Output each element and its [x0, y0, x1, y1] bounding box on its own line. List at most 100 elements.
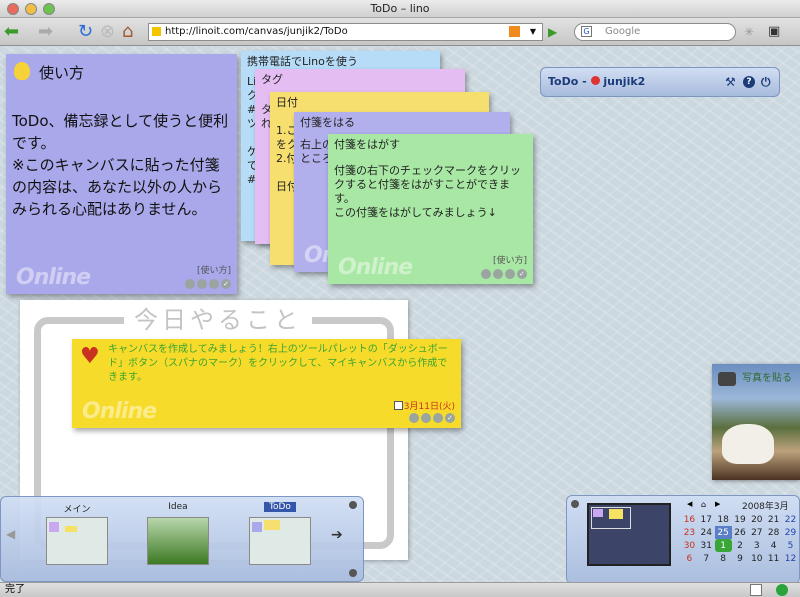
tray-next-arrow-icon[interactable]: ➔ [331, 527, 343, 543]
calendar-day[interactable]: 7 [698, 552, 715, 565]
canvas-thumb-todo[interactable] [249, 517, 311, 565]
whiteboard-title: 今日やること [124, 300, 312, 335]
go-icon[interactable]: ▶ [548, 22, 557, 42]
window-title: ToDo – lino [370, 2, 430, 15]
stop-icon[interactable]: ⊗ [100, 22, 115, 42]
tray-prev-arrow-icon[interactable]: ◀ [6, 527, 15, 541]
calendar-day[interactable]: 24 [698, 526, 715, 539]
calendar-grid: 16 17 18 19 20 21 22 23 24 25 26 27 28 29 30 31 1 2 3 4 5 6 7 8… [681, 513, 799, 565]
calendar-day[interactable]: 12 [782, 552, 799, 565]
home-icon[interactable]: ⌂ [122, 22, 133, 42]
calendar-day[interactable]: 31 [698, 539, 715, 552]
note-body: ToDo、備忘録として使うと便利です。 ※このキャンバスに貼った付箋の内容は、あ… [12, 112, 229, 218]
note-actions: ✓ [409, 413, 455, 423]
calendar-day[interactable]: 16 [681, 513, 698, 526]
note-body: 付箋の右下のチェックマークをクリックすると付箋をはがすことができます。 この付箋… [334, 164, 521, 219]
calendar-day[interactable]: 30 [681, 539, 698, 552]
navigator-panel: ◀ ⌂ ▶ 2008年3月 16 17 18 19 20 21 22 23 24 25 26 27 28… [566, 495, 800, 582]
calendar-week: 30 31 1 2 3 4 5 [681, 539, 799, 552]
sticky-note-howto[interactable]: 使い方 ToDo、備忘録として使うと便利です。 ※このキャンバスに貼った付箋の内… [6, 54, 237, 294]
calendar-day[interactable]: 1 [714, 539, 732, 552]
edit-icon[interactable] [185, 279, 195, 289]
sticky-note-create-canvas[interactable]: ♥ キャンバスを作成してみましょう！右上のツールパレットの「ダッシュボード」ボタ… [72, 339, 461, 428]
calendar-day[interactable]: 25 [714, 526, 732, 539]
calendar-day[interactable]: 20 [748, 513, 765, 526]
forward-arrow-icon[interactable]: ➡ [38, 22, 53, 42]
edit-status-icon [750, 584, 762, 596]
status-text: 完了 [5, 584, 25, 595]
sticky-note-peel[interactable]: 付箋をはがす 付箋の右下のチェックマークをクリックすると付箋をはがすことができま… [328, 134, 533, 284]
site-favicon-icon [152, 27, 161, 36]
secure-check-icon [776, 584, 788, 596]
calendar-day[interactable]: 21 [765, 513, 782, 526]
note-body: キャンバスを作成してみましょう！右上のツールパレットの「ダッシュボード」ボタン（… [108, 344, 448, 383]
calendar-day[interactable]: 6 [681, 552, 698, 565]
note-actions: ✓ [481, 269, 527, 279]
cal-next-icon[interactable]: ▶ [715, 500, 720, 508]
panel-close-icon[interactable] [571, 500, 579, 508]
copy-icon[interactable] [197, 279, 207, 289]
info-icon[interactable] [209, 279, 219, 289]
check-icon[interactable]: ✓ [517, 269, 527, 279]
edit-icon[interactable] [409, 413, 419, 423]
calendar-day[interactable]: 11 [765, 552, 782, 565]
calendar-month: 2008年3月 [742, 502, 789, 512]
tray-close-icon[interactable] [349, 501, 357, 509]
zoom-window-button[interactable] [43, 3, 55, 15]
info-icon[interactable] [505, 269, 515, 279]
tray-settings-icon[interactable] [349, 569, 357, 577]
rss-icon[interactable] [509, 26, 520, 37]
cal-home-icon[interactable]: ⌂ [701, 500, 706, 509]
check-icon[interactable]: ✓ [445, 413, 455, 423]
copy-icon[interactable] [421, 413, 431, 423]
calendar-week: 16 17 18 19 20 21 22 [681, 513, 799, 526]
calendar-day[interactable]: 17 [698, 513, 715, 526]
photo-sticky[interactable]: 写真を貼る [712, 364, 800, 480]
minimize-window-button[interactable] [25, 3, 37, 15]
canvas-minimap[interactable] [587, 503, 671, 566]
help-icon[interactable]: ? [743, 76, 755, 88]
back-arrow-icon[interactable]: ⬅ [4, 22, 19, 42]
check-icon[interactable]: ✓ [221, 279, 231, 289]
calendar-day[interactable]: 19 [732, 513, 749, 526]
note-tag: [使い方] [196, 266, 231, 276]
canvas-label-main: メイン [63, 505, 91, 515]
calendar-day[interactable]: 2 [732, 539, 749, 552]
calendar-day[interactable]: 27 [748, 526, 765, 539]
due-date: 3月11日(火) [403, 402, 455, 412]
calendar-day[interactable]: 29 [782, 526, 799, 539]
calendar-day[interactable]: 4 [765, 539, 782, 552]
heart-icon: ♥ [80, 344, 100, 369]
calendar-day[interactable]: 23 [681, 526, 698, 539]
url-bar[interactable]: http://linoit.com/canvas/junjik2/ToDo ▼ [148, 23, 543, 41]
calendar-day[interactable]: 28 [765, 526, 782, 539]
close-window-button[interactable] [7, 3, 19, 15]
calendar-day[interactable]: 5 [782, 539, 799, 552]
google-icon: G [581, 26, 592, 37]
calendar-day[interactable]: 18 [715, 513, 732, 526]
canvas-thumb-idea[interactable] [147, 517, 209, 565]
copy-icon[interactable] [493, 269, 503, 279]
calendar-day[interactable]: 8 [715, 552, 732, 565]
calendar-day[interactable]: 22 [782, 513, 799, 526]
camera-icon[interactable]: ▣ [768, 22, 780, 42]
reload-icon[interactable]: ↻ [78, 22, 93, 42]
canvas-tray: ◀ メイン Idea ToDo ➔ [0, 496, 364, 582]
info-icon[interactable] [433, 413, 443, 423]
calendar-small-icon [394, 401, 403, 410]
lino-canvas[interactable]: 使い方 ToDo、備忘録として使うと便利です。 ※このキャンバスに貼った付箋の内… [0, 47, 800, 582]
cal-prev-icon[interactable]: ◀ [687, 500, 692, 508]
calendar-day[interactable]: 3 [748, 539, 765, 552]
search-input[interactable]: G Google [574, 23, 736, 41]
url-dropdown-icon[interactable]: ▼ [530, 24, 536, 40]
dashboard-wrench-icon[interactable]: ⚒ [725, 68, 736, 96]
canvas-label: ToDo - [548, 75, 591, 88]
calendar-day[interactable]: 26 [732, 526, 749, 539]
user-name: junjik2 [603, 75, 646, 88]
calendar-day[interactable]: 10 [748, 552, 765, 565]
note-title: 付箋をはる [300, 116, 355, 129]
power-icon[interactable]: ⏻ [761, 68, 771, 96]
calendar-day[interactable]: 9 [732, 552, 749, 565]
edit-icon[interactable] [481, 269, 491, 279]
canvas-thumb-main[interactable] [46, 517, 108, 565]
